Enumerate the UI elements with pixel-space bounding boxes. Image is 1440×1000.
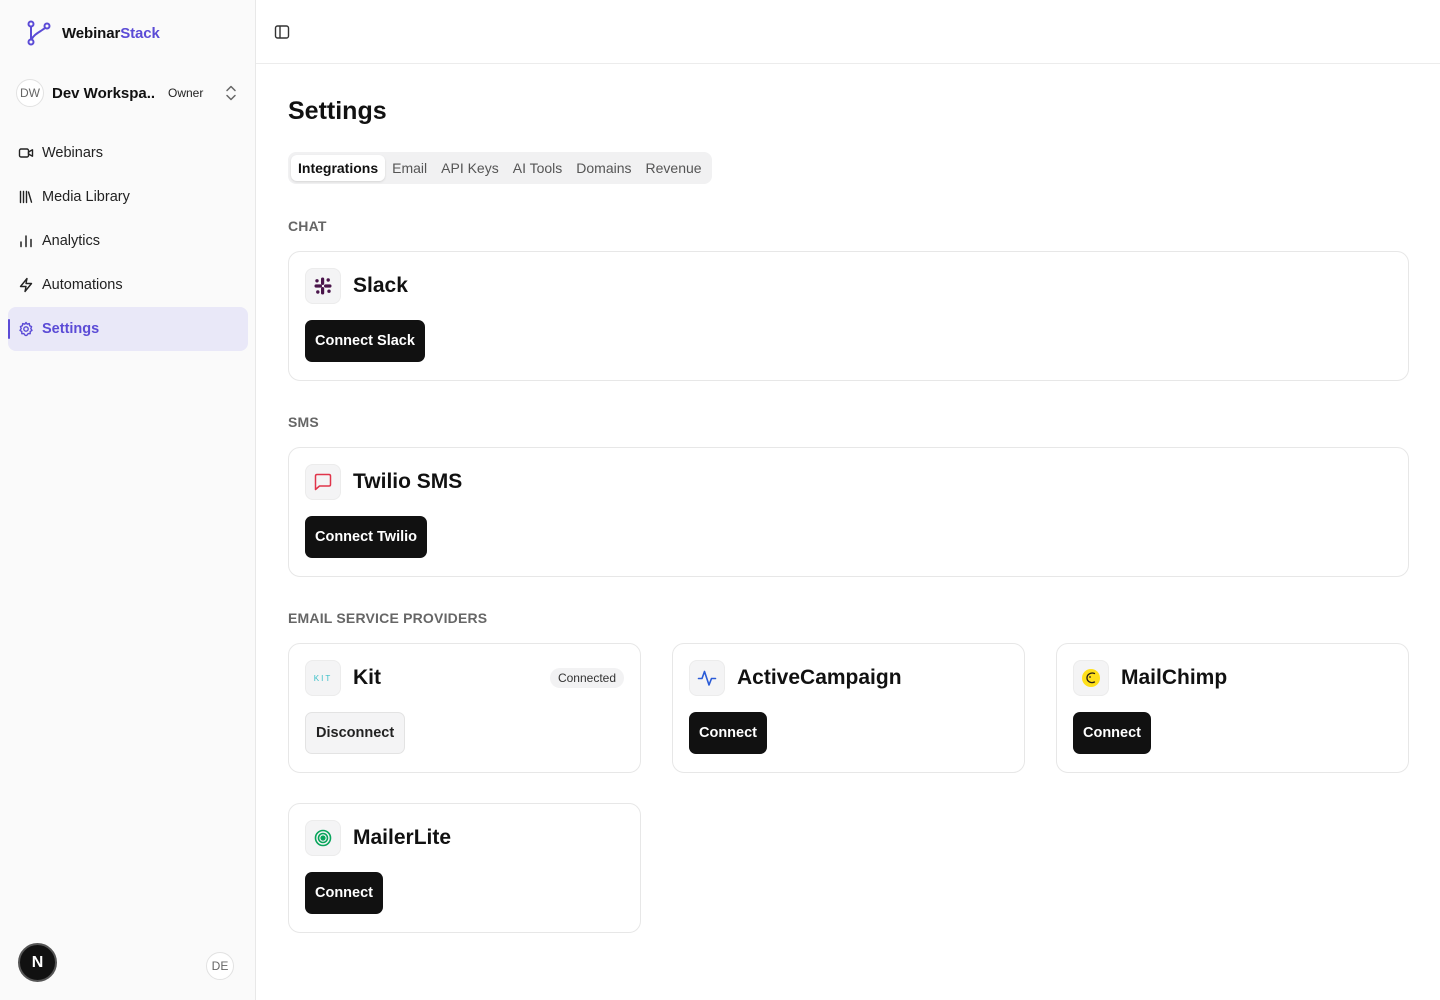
brand-name: WebinarStack xyxy=(62,24,160,42)
connect-twilio-button[interactable]: Connect Twilio xyxy=(305,516,428,558)
connect-mailerlite-button[interactable]: Connect xyxy=(305,872,383,914)
sidebar-item-label: Analytics xyxy=(42,233,101,249)
connect-activecampaign-button[interactable]: Connect xyxy=(689,712,767,754)
message-square-icon xyxy=(305,464,341,500)
connect-mailchimp-button[interactable]: Connect xyxy=(1073,712,1151,754)
section-label-sms: SMS xyxy=(288,414,319,430)
sidebar-item-label: Automations xyxy=(42,277,123,293)
sidebar-nav: Webinars Media Library Analytics Automat… xyxy=(8,131,248,351)
tab-ai-tools[interactable]: AI Tools xyxy=(506,155,570,181)
zap-icon xyxy=(19,277,33,293)
brand[interactable]: WebinarStack xyxy=(26,20,160,46)
kit-title: Kit xyxy=(353,666,381,689)
mailerlite-card: MailerLite Connect xyxy=(288,803,641,933)
mailerlite-icon xyxy=(305,820,341,856)
tab-email[interactable]: Email xyxy=(385,155,434,181)
gear-icon xyxy=(19,321,33,337)
workspace-name: Dev Workspa... xyxy=(52,84,156,102)
tab-domains[interactable]: Domains xyxy=(569,155,638,181)
sidebar-item-automations[interactable]: Automations xyxy=(8,263,248,307)
user-avatar[interactable]: DE xyxy=(206,952,234,980)
sidebar-item-label: Webinars xyxy=(42,145,103,161)
library-icon xyxy=(19,190,33,204)
slack-title: Slack xyxy=(353,274,408,297)
top-bar xyxy=(256,0,1440,64)
activecampaign-title: ActiveCampaign xyxy=(737,666,902,689)
bar-chart-icon xyxy=(20,235,32,248)
mailerlite-title: MailerLite xyxy=(353,826,452,849)
section-label-chat: CHAT xyxy=(288,218,327,234)
mailchimp-title: MailChimp xyxy=(1121,666,1228,689)
sidebar-item-label: Settings xyxy=(42,321,100,337)
workspace-switcher[interactable]: DW Dev Workspa... Owner xyxy=(16,78,244,108)
activity-icon xyxy=(689,660,725,696)
disconnect-kit-button[interactable]: Disconnect xyxy=(305,712,406,754)
sidebar-item-analytics[interactable]: Analytics xyxy=(8,219,248,263)
workspace-avatar: DW xyxy=(16,79,44,107)
chevrons-up-down-icon xyxy=(226,85,236,101)
sidebar-item-webinars[interactable]: Webinars xyxy=(8,131,248,175)
activecampaign-card: ActiveCampaign Connect xyxy=(672,643,1025,773)
sidebar: WebinarStack DW Dev Workspa... Owner Web… xyxy=(0,0,256,1000)
sidebar-item-label: Media Library xyxy=(42,189,130,205)
twilio-title: Twilio SMS xyxy=(353,470,463,493)
section-label-esp: EMAIL SERVICE PROVIDERS xyxy=(288,610,488,626)
slack-icon xyxy=(305,268,341,304)
mailchimp-icon xyxy=(1073,660,1109,696)
connect-slack-button[interactable]: Connect Slack xyxy=(305,320,425,362)
slack-card: Slack Connect Slack xyxy=(288,251,1409,381)
dev-tools-badge[interactable]: N xyxy=(18,943,57,982)
tab-revenue[interactable]: Revenue xyxy=(639,155,709,181)
git-branch-logo-icon xyxy=(27,20,51,46)
page-title: Settings xyxy=(288,97,387,125)
twilio-card: Twilio SMS Connect Twilio xyxy=(288,447,1409,577)
video-icon xyxy=(18,148,34,158)
settings-tabs: Integrations Email API Keys AI Tools Dom… xyxy=(288,152,712,184)
kit-card: KIT Kit Connected Disconnect xyxy=(288,643,641,773)
sidebar-item-settings[interactable]: Settings xyxy=(8,307,248,351)
panel-left-icon[interactable] xyxy=(274,24,290,40)
tab-api-keys[interactable]: API Keys xyxy=(434,155,506,181)
tab-integrations[interactable]: Integrations xyxy=(291,155,386,181)
kit-logo-icon: KIT xyxy=(305,660,341,696)
workspace-role-badge: Owner xyxy=(168,86,204,100)
mailchimp-card: MailChimp Connect xyxy=(1056,643,1409,773)
connected-status-badge: Connected xyxy=(549,668,624,688)
sidebar-item-media-library[interactable]: Media Library xyxy=(8,175,248,219)
